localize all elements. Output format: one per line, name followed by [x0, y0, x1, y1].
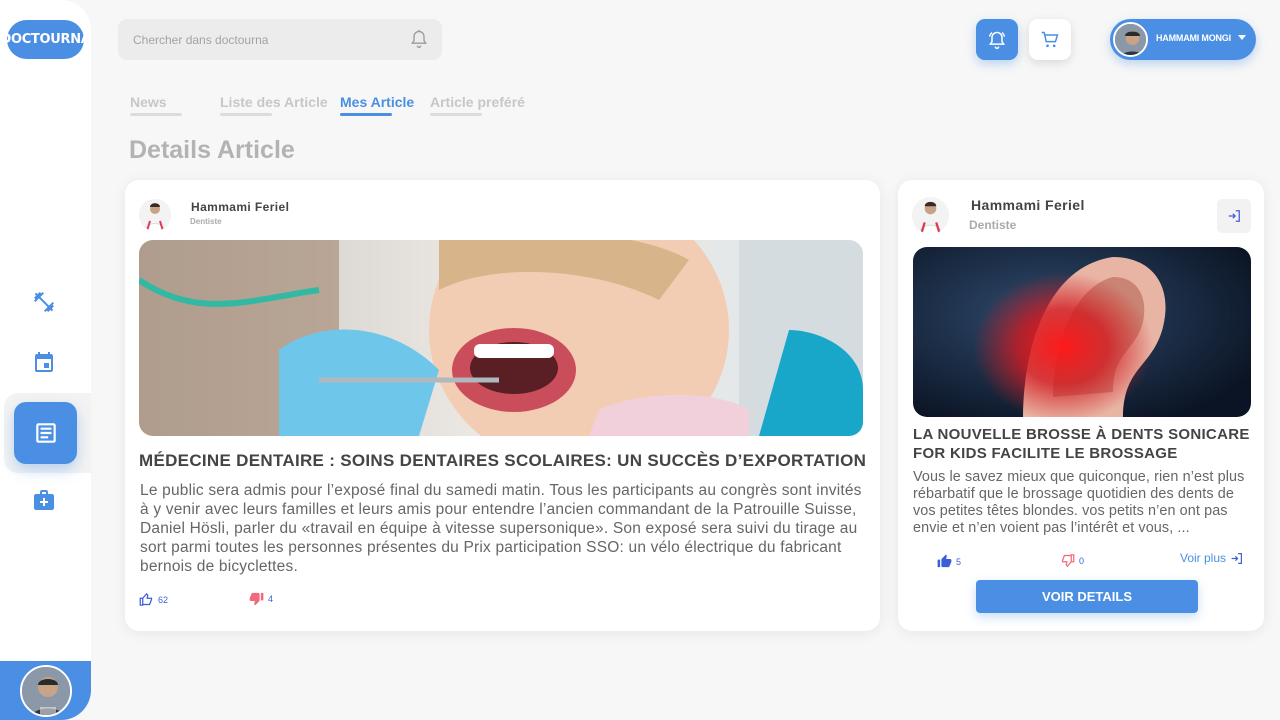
login-icon: [1231, 552, 1243, 564]
thumbs-up-icon: [937, 554, 952, 568]
like-count: 5: [956, 556, 962, 567]
like-count: 62: [158, 594, 169, 605]
sidebar: DOCTOURNA: [0, 0, 91, 720]
thumbs-down-icon: [1061, 554, 1075, 568]
cart-button[interactable]: [1029, 19, 1071, 60]
medical-kit-icon[interactable]: [30, 486, 58, 514]
voir-details-button[interactable]: VOIR DETAILS: [976, 580, 1198, 613]
thumbs-up-icon: [139, 592, 153, 606]
open-article-button[interactable]: [1217, 199, 1251, 233]
sidebar-item-articles[interactable]: [14, 402, 77, 464]
author-role: Dentiste: [969, 218, 1017, 232]
author-avatar: [139, 199, 171, 231]
article-excerpt: Vous le savez mieux que quiconque, rien …: [913, 469, 1245, 536]
thumbs-down-icon: [249, 592, 264, 606]
author-name[interactable]: Hammami Feriel: [191, 200, 289, 214]
cart-icon: [1041, 31, 1059, 47]
chevron-down-icon: [1238, 35, 1246, 40]
search-bar[interactable]: Chercher dans doctourna: [118, 19, 442, 60]
profile-avatar[interactable]: [20, 665, 72, 717]
tab-underline: [340, 113, 392, 116]
article-image-dentist: [139, 240, 863, 436]
dumbbell-icon[interactable]: [30, 288, 58, 316]
user-name: HAMMAMI MONGI: [1156, 33, 1231, 43]
user-menu[interactable]: HAMMAMI MONGI: [1110, 19, 1256, 60]
voir-plus-link[interactable]: Voir plus: [1180, 551, 1243, 565]
dislike-button[interactable]: 0: [1060, 553, 1084, 568]
author-name[interactable]: Hammami Feriel: [971, 197, 1085, 213]
tab-article-prefere[interactable]: Article preféré: [430, 94, 525, 116]
tab-news[interactable]: News: [130, 94, 182, 116]
like-button[interactable]: 62: [139, 592, 168, 607]
tab-liste-des-article[interactable]: Liste des Article: [220, 94, 328, 116]
author-avatar: [912, 197, 949, 234]
bell-icon: [988, 31, 1006, 49]
article-image-ear: [913, 247, 1251, 417]
dislike-count: 4: [268, 593, 274, 604]
dislike-button[interactable]: 4: [249, 591, 273, 606]
bell-off-icon[interactable]: [409, 29, 429, 52]
tab-mes-article[interactable]: Mes Article: [340, 94, 414, 116]
login-icon: [1228, 210, 1240, 222]
article-title: Médecine dentaire : soins dentaires scol…: [139, 451, 867, 470]
tab-underline: [430, 113, 482, 116]
notifications-button[interactable]: [976, 19, 1018, 60]
like-button[interactable]: 5: [937, 554, 961, 569]
author-role: Dentiste: [190, 217, 222, 226]
tab-underline: [130, 113, 182, 116]
tab-underline: [220, 113, 272, 116]
page-title: Details Article: [129, 136, 295, 164]
article-icon: [35, 423, 56, 443]
calendar-icon[interactable]: [30, 349, 58, 377]
user-avatar: [1113, 22, 1148, 57]
article-body: Le public sera admis pour l’exposé final…: [140, 482, 862, 575]
dislike-count: 0: [1079, 555, 1085, 566]
logo[interactable]: DOCTOURNA: [0, 20, 91, 59]
search-input[interactable]: Chercher dans doctourna: [133, 33, 268, 47]
article-title: La nouvelle brosse à dents Sonicare for …: [913, 426, 1250, 462]
